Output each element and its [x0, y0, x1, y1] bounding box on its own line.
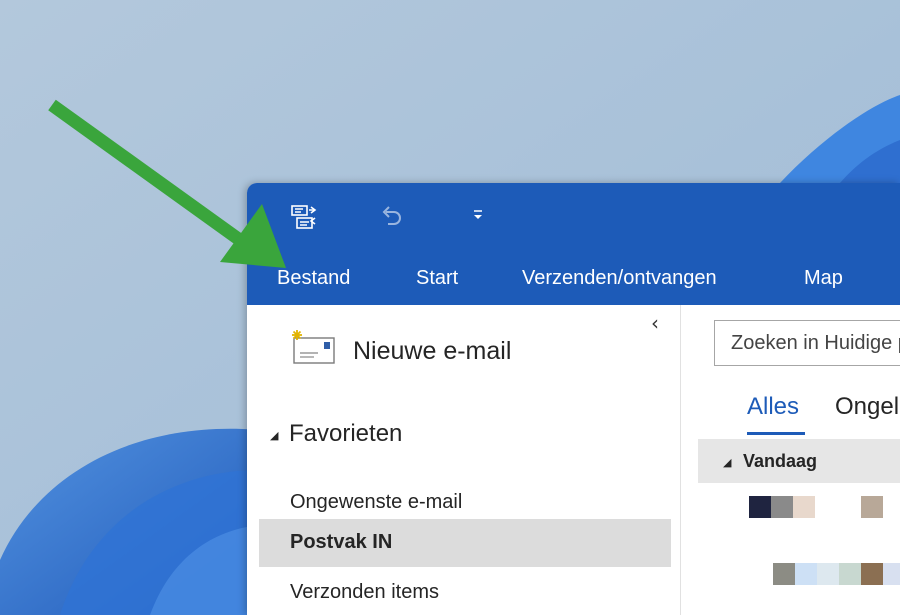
new-email-button[interactable]: Nieuwe e-mail: [353, 337, 511, 366]
group-header-label: Vandaag: [743, 451, 818, 471]
redacted-message-pixel: [861, 563, 883, 585]
send-receive-all-icon[interactable]: [291, 203, 319, 231]
favorites-header[interactable]: Favorieten: [289, 420, 402, 448]
redacted-message-pixel: [771, 496, 793, 518]
redacted-message-pixel: [839, 563, 861, 585]
customize-quick-access-icon[interactable]: [471, 208, 485, 222]
redacted-message-pixel: [773, 563, 795, 585]
tab-folder[interactable]: Map: [804, 267, 843, 290]
favorites-collapse-icon[interactable]: ◢: [270, 429, 278, 442]
outlook-window: Bestand Start Verzenden/ontvangen Map ‹ …: [247, 183, 900, 615]
folder-item-label: Postvak IN: [290, 531, 393, 553]
filter-tab-all[interactable]: Alles: [747, 393, 799, 421]
search-box[interactable]: [714, 320, 900, 366]
folder-item-sent[interactable]: Verzonden items: [259, 569, 671, 615]
folder-pane: ‹ Nieuwe e-mail ◢ Favorieten Ongewenste …: [247, 305, 681, 615]
redacted-message-pixel: [883, 563, 900, 585]
redacted-message-pixel: [817, 563, 839, 585]
redacted-message-pixel: [861, 496, 883, 518]
filter-tab-unread[interactable]: Ongelezen: [835, 393, 900, 421]
folder-item-label: Ongewenste e-mail: [290, 491, 463, 513]
collapse-pane-icon[interactable]: ‹: [645, 313, 665, 333]
title-bar: Bestand Start Verzenden/ontvangen Map: [247, 183, 900, 305]
undo-icon[interactable]: [378, 204, 404, 230]
tab-file[interactable]: Bestand: [277, 267, 350, 290]
active-filter-indicator: [747, 432, 805, 435]
search-input[interactable]: [715, 321, 900, 365]
folder-item-label: Verzonden items: [290, 581, 439, 603]
folder-item-inbox[interactable]: Postvak IN: [259, 519, 671, 567]
redacted-message-pixel: [749, 496, 771, 518]
tab-home[interactable]: Start: [416, 267, 458, 290]
redacted-message-pixel: [795, 563, 817, 585]
tab-send-receive[interactable]: Verzenden/ontvangen: [522, 267, 717, 290]
redacted-message-pixel: [793, 496, 815, 518]
new-email-icon[interactable]: [291, 329, 337, 365]
group-collapse-icon[interactable]: ◢: [723, 456, 731, 469]
mail-list-pane: Alles Ongelezen ◢ Vandaag: [681, 305, 900, 615]
